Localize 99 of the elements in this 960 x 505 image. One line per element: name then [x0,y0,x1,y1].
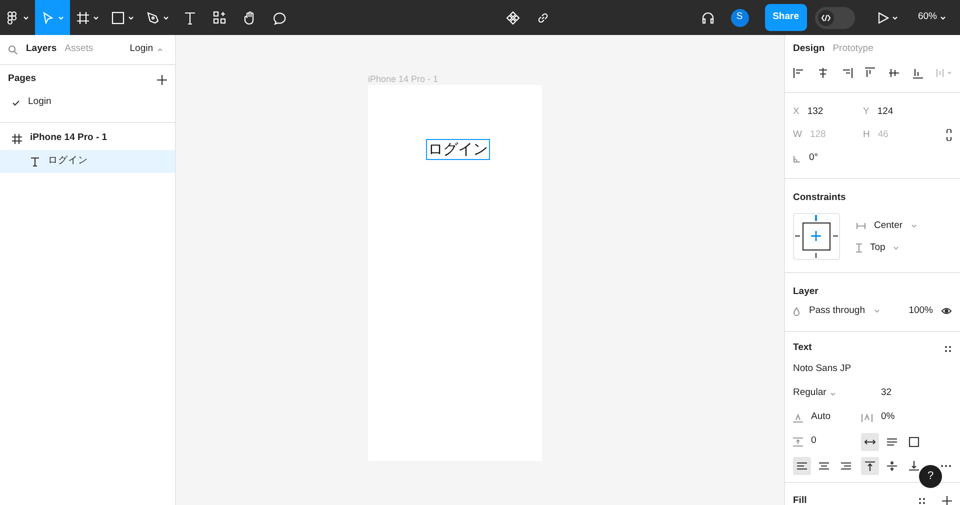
caret-icon [910,224,917,228]
line-height-icon [793,412,803,422]
caret-icon [940,16,946,20]
field-value: 132 [807,105,824,120]
auto-height-icon [886,436,898,446]
font-weight-dropdown[interactable]: Regular [793,386,881,401]
caret-icon [128,16,134,20]
frame-icon [76,10,90,24]
number-field[interactable]: Y 124 [863,101,933,124]
angle-icon [793,154,801,162]
field-value: 0° [809,151,818,166]
caret-icon [93,16,99,20]
play-icon [876,12,889,24]
eye-icon[interactable] [941,307,952,315]
constraint-dropdown[interactable]: Center [856,218,917,233]
opacity-value[interactable]: 100% [908,304,933,318]
help-button[interactable]: ? [919,465,942,488]
caret-icon [58,16,64,20]
section-title: Pages [8,72,36,86]
blend-drop-icon [793,306,800,316]
panel-tab[interactable]: Design [793,42,825,56]
align-icon[interactable] [793,67,805,79]
caret-icon [163,16,169,20]
field-value: 124 [877,105,894,120]
fixed-icon [908,436,920,446]
frame-icon [12,134,22,144]
align-right-icon [840,460,852,470]
vertical-align-button[interactable] [861,456,879,474]
paragraph-spacing-icon [793,436,803,446]
line-height-field[interactable]: Auto [793,410,861,425]
blend-mode-dropdown[interactable]: Pass through [793,304,880,318]
constraints-widget-icon[interactable] [793,213,840,260]
field-label: Y [863,105,870,120]
page-item[interactable]: Login [0,91,175,114]
number-field[interactable]: X 132 [793,101,863,124]
caret-icon [157,48,163,52]
text-align-button[interactable] [793,456,811,474]
cursor-icon [41,10,55,24]
align-icon[interactable] [840,67,853,79]
field-label: W [793,128,802,142]
align-left-icon [796,460,808,470]
letter-spacing-field[interactable]: 0% [861,410,895,425]
section-title: Text [793,341,812,356]
section-title: Constraints [793,191,847,205]
more-icon[interactable] [940,464,952,468]
resize-option[interactable] [861,432,879,450]
dev-mode-toggle[interactable] [814,6,855,28]
headphones-icon[interactable] [700,10,715,24]
text-icon [183,10,197,24]
field-value: 128 [810,128,826,142]
section-title: Layer [793,285,820,300]
caret-icon [23,16,29,20]
add-icon[interactable] [942,496,952,505]
layer-item[interactable]: iPhone 14 Pro - 1 [0,127,175,150]
styles-icon[interactable] [918,497,926,505]
section-title: Fill [793,494,807,505]
caret-icon [892,16,898,20]
align-icon[interactable] [888,67,900,79]
align-top-icon [864,460,876,470]
page-switcher[interactable]: Login [130,42,163,57]
layer-item[interactable]: ログイン [0,150,175,173]
text-icon [30,156,40,166]
horizontal-constraint-icon [856,222,866,229]
caret-icon [874,309,880,313]
text-layer[interactable]: ログイン [426,139,490,160]
pen-icon [146,10,160,24]
align-icon[interactable] [816,67,829,79]
rotation-field[interactable]: 0° [793,147,952,170]
auto-width-icon [864,436,876,446]
component-icon[interactable] [506,10,520,24]
font-size-field[interactable]: 32 [881,386,892,401]
align-icon[interactable] [864,67,876,79]
check-icon [12,100,20,106]
letter-spacing-icon [861,412,873,422]
square-icon [111,10,125,24]
code-icon [820,14,831,22]
align-icon[interactable] [912,67,924,79]
align-center-icon [818,460,830,470]
panel-tab[interactable]: Layers [26,42,57,57]
field-label: X [793,105,800,120]
font-family-field[interactable]: Noto Sans JP [793,358,952,382]
vertical-constraint-icon [856,242,862,253]
comment-icon [273,10,287,24]
styles-icon[interactable] [944,344,952,352]
shapes-grid-icon [213,10,227,24]
field-value: 46 [878,128,888,142]
link-icon[interactable] [536,10,550,24]
zoom-menu[interactable]: 60% [912,0,952,35]
avatar[interactable]: S [730,8,749,26]
constraint-dropdown[interactable]: Top [856,240,917,255]
constrain-proportions-icon[interactable] [946,129,952,141]
field-label: H [863,128,870,142]
paragraph-spacing-field[interactable]: 0 [793,434,861,449]
search-icon[interactable] [8,44,18,54]
caret-icon [893,246,900,250]
align-bottom-icon [908,460,920,470]
add-icon[interactable] [157,74,167,84]
align-middle-icon [886,460,898,470]
caret-icon [830,392,836,396]
